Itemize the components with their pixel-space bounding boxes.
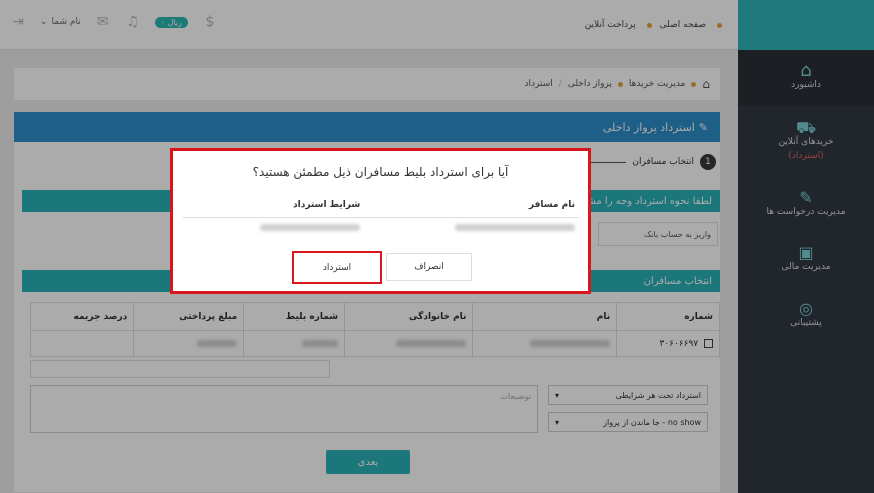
redacted-text [260,224,361,232]
refund-button[interactable]: استرداد [292,251,382,284]
redacted-text [455,224,575,232]
modal-col-conditions: شرایط استرداد [183,193,365,218]
modal-conditions-cell [183,217,364,239]
cancel-button[interactable]: انصراف [386,253,472,281]
modal-passenger-cell [364,217,579,239]
modal-col-passenger: نام مسافر [364,193,579,218]
modal-question: آیا برای استرداد بلیط مسافران ذیل مطمئن … [252,165,509,179]
table-row [183,217,579,239]
modal-passenger-table: نام مسافر شرایط استرداد [183,193,579,239]
modal-header-row: نام مسافر شرایط استرداد [183,193,579,218]
confirm-refund-modal: آیا برای استرداد بلیط مسافران ذیل مطمئن … [170,148,591,294]
